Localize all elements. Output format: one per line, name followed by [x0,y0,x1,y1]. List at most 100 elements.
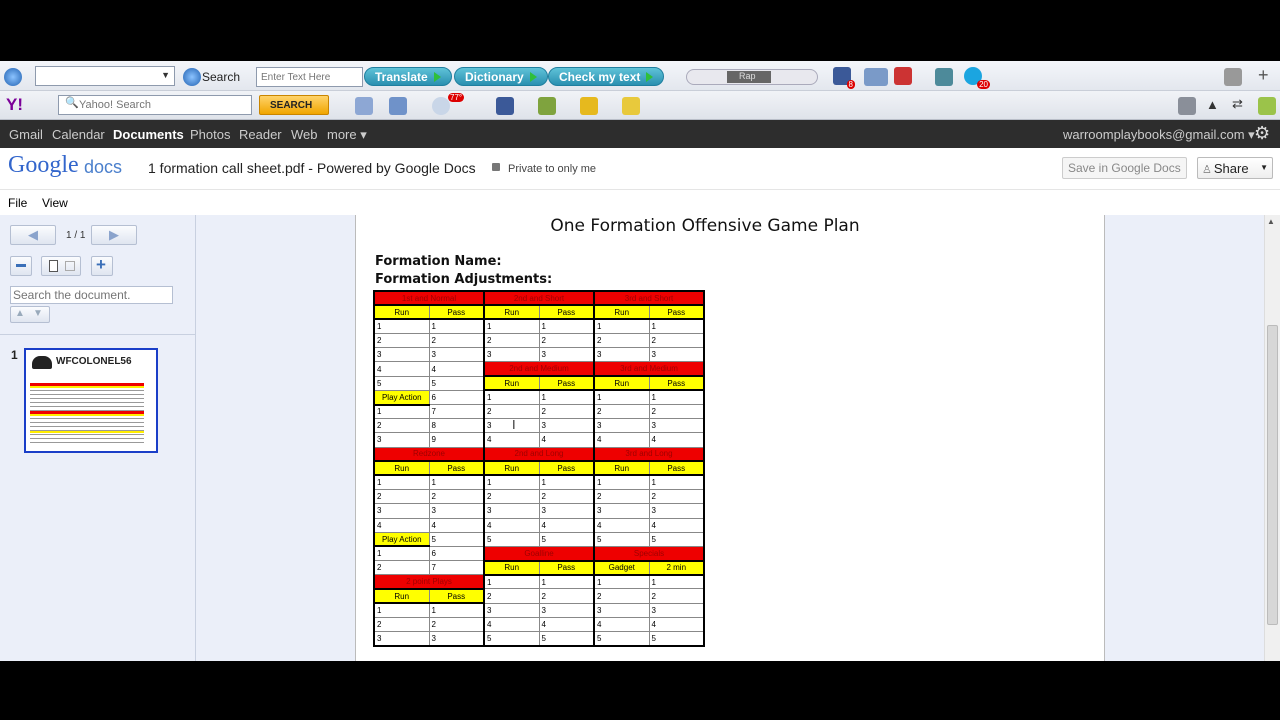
google-logo[interactable]: Google [8,152,79,179]
table-cell: Run [484,560,540,576]
prev-page-button[interactable]: ◀ [10,225,56,245]
pdf-page[interactable]: One Formation Offensive Game Plan Format… [355,215,1105,661]
check-text-button[interactable]: Check my text [548,67,665,86]
table-cell: 2 point Plays [374,574,485,590]
table-cell: Run [484,305,540,321]
table-cell: 3rd and Medium [594,361,705,378]
search-prev-button[interactable]: ▲ ▼ [10,306,50,323]
facebook-icon[interactable]: 8 [833,67,855,89]
table-cell: 1 [429,475,485,491]
table-cell: 1 [594,574,650,590]
bookmark-icon[interactable] [355,97,373,115]
table-cell: 2 [374,560,430,576]
scroll-up-arrow[interactable]: ▲ [1267,217,1277,227]
gbar-link-photos[interactable]: Photos [190,127,230,142]
menu-file[interactable]: File [8,196,27,210]
table-cell: 3rd and Long [594,447,705,463]
table-cell: 4 [374,518,430,533]
arrows-icon[interactable]: ⇄ [1232,96,1250,114]
table-cell: 3 [484,603,540,618]
gbar-link-reader[interactable]: Reader [239,127,282,142]
yahoo-logo[interactable]: Y! [6,95,23,115]
table-cell: 1 [374,603,430,618]
table-cell: 1st and Normal [374,291,485,307]
menu-view[interactable]: View [42,196,68,210]
table-cell: 1 [539,475,595,491]
table-cell: 2nd and Short [484,291,595,307]
gbar-link-gmail[interactable]: Gmail [9,127,43,142]
leaf-icon[interactable] [1258,97,1276,115]
puzzle-icon[interactable] [538,97,556,115]
list-icon[interactable] [1178,97,1196,115]
table-cell: 2nd and Medium [484,361,595,378]
table-cell: Play Action [374,390,430,406]
gbar-link-web[interactable]: Web [291,127,318,142]
share-button[interactable]: ♙ Share ▼ [1197,157,1273,179]
vertical-scrollbar[interactable]: ▲ [1264,215,1280,661]
table-cell: Run [484,461,540,477]
translate-label: Translate [375,70,428,84]
toolbar-search-label[interactable]: Search [202,70,240,84]
table-row: 111111 [374,319,705,335]
table-cell: 2 [649,588,705,604]
table-cell: 2 [594,404,650,420]
search-arrow-icon[interactable] [183,68,201,86]
notes-icon[interactable] [622,97,640,115]
save-in-docs-button[interactable]: Save in Google Docs [1062,157,1187,179]
page-thumbnail[interactable]: WFCOLONEL56 [24,348,158,453]
table-cell: 4 [484,617,540,633]
fit-page-button[interactable] [41,256,81,276]
yahoo-search-input[interactable] [58,95,252,115]
address-combo[interactable]: ▼ [35,66,175,86]
yahoo-search-label: SEARCH [270,100,313,111]
add-icon[interactable]: + [1258,65,1269,86]
yahoo-search-button[interactable]: SEARCH [259,95,329,115]
gbar-link-more[interactable]: more ▾ [327,127,367,143]
document-search-input[interactable] [10,286,173,304]
table-cell: 3 [374,432,430,448]
up-arrow-icon: ▲ [15,308,25,319]
table-cell: 2 [539,404,595,420]
settings-gear-icon[interactable]: ⚙ [1254,123,1270,144]
table-cell: Pass [649,376,705,392]
next-page-button[interactable]: ▶ [91,225,137,245]
facebook-small-icon[interactable] [496,97,514,115]
zoom-in-button[interactable]: + [91,255,113,276]
page-count: 1 / 1 [66,230,86,241]
youtube-icon[interactable] [894,67,912,85]
doc-title: 1 formation call sheet.pdf - Powered by … [148,160,476,176]
zoom-out-button[interactable] [10,256,32,276]
translate-button[interactable]: Translate [364,67,452,86]
docs-logo[interactable]: docs [84,157,122,178]
envelope-icon[interactable] [389,97,407,115]
thumbnail-yellow-band [30,386,144,388]
privacy-label[interactable]: Private to only me [508,163,596,175]
dictionary-button[interactable]: Dictionary [454,67,548,86]
table-cell: 1 [539,574,595,590]
ebay-icon[interactable] [580,97,598,115]
account-email[interactable]: warroomplaybooks@gmail.com ▾ [1063,127,1255,143]
share-label: Share [1213,161,1249,176]
scroll-thumb[interactable] [1267,325,1278,625]
table-cell: Pass [649,461,705,477]
tv-icon[interactable] [935,68,953,86]
bell-icon[interactable]: ▲ [1206,97,1224,115]
thumbnail-yellow-band [30,431,144,433]
table-cell: 3 [374,631,430,647]
enter-text-input[interactable] [256,67,363,87]
mail-icon[interactable] [864,68,888,86]
person-icon: ♙ [1202,164,1212,176]
skype-icon[interactable]: 20 [964,67,990,89]
weather-icon[interactable]: 77° [432,93,465,115]
table-cell: 1 [594,390,650,406]
gbar-link-calendar[interactable]: Calendar [52,127,105,142]
table-cell: 4 [539,617,595,633]
table-cell: 2 [539,588,595,604]
table-cell: 3 [649,503,705,519]
gbar-link-documents[interactable]: Documents [113,127,184,142]
globe-icon[interactable] [4,68,22,86]
radio-player[interactable]: Rap [686,69,818,85]
wrench-icon[interactable] [1224,68,1242,86]
table-cell: 8 [429,418,485,434]
formation-adjustments-label: Formation Adjustments: [375,272,553,287]
